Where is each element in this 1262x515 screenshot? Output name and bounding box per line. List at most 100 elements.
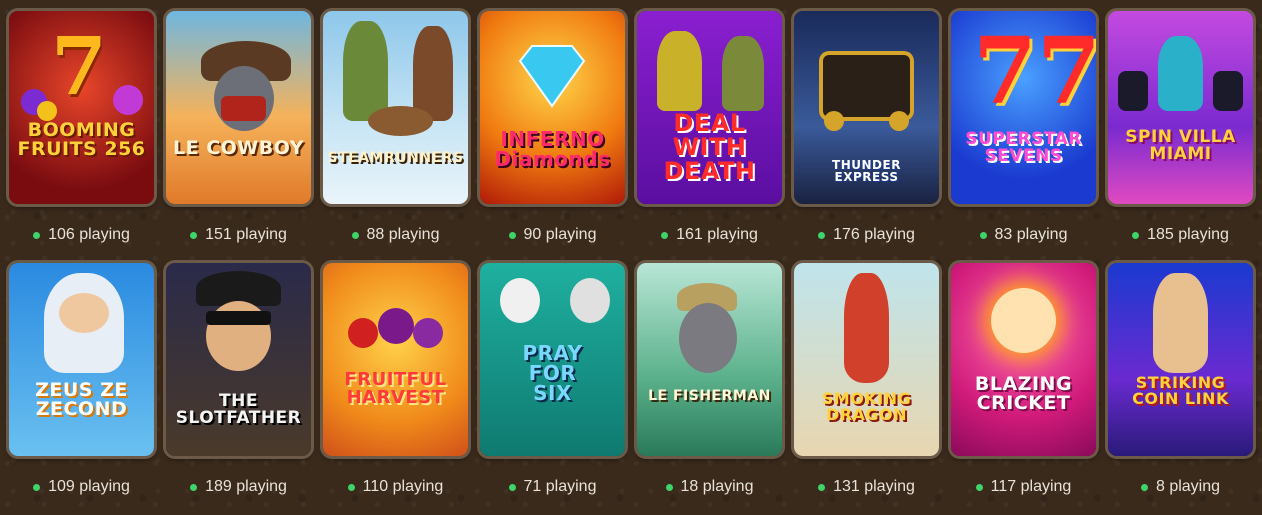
game-tile[interactable]: LE COWBOY 151 playing [163,11,314,263]
game-tile[interactable]: 77 SUPERSTAR SEVENS 83 playing [948,11,1099,263]
game-art [637,263,782,456]
online-dot-icon [665,483,673,491]
players-count: 18 playing [634,478,785,496]
players-label: 106 playing [48,226,130,243]
game-tile[interactable]: STEAMRUNNERS 88 playing [320,11,471,263]
game-tile[interactable]: PRAY FOR SIX 71 playing [477,263,628,515]
game-art [480,11,625,204]
players-label: 151 playing [205,226,287,243]
game-tile[interactable]: BLAZING CRICKET 117 playing [948,263,1099,515]
game-title: LE FISHERMAN [648,388,771,404]
game-title: STRIKING COIN LINK [1132,373,1229,408]
game-tile[interactable]: THE SLOTFATHER 189 playing [163,263,314,515]
game-card-deal-with-death[interactable]: DEAL WITH DEATH [637,11,782,204]
players-count: 109 playing [6,478,157,496]
game-card-le-cowboy[interactable]: LE COWBOY [166,11,311,204]
players-count: 117 playing [948,478,1099,496]
game-art [323,263,468,456]
online-dot-icon [818,483,826,491]
players-count: 106 playing [6,226,157,244]
game-art [951,263,1096,456]
online-dot-icon [979,231,987,239]
game-art: 77 [973,17,1096,125]
game-card-pray-for-six[interactable]: PRAY FOR SIX [480,263,625,456]
players-count: 185 playing [1105,226,1256,244]
game-art [323,11,468,204]
players-label: 117 playing [990,478,1072,495]
game-title: BLAZING CRICKET [974,373,1073,414]
game-card-thunder-express[interactable]: THUNDER EXPRESS [794,11,939,204]
game-title: ZEUS ZE ZECOND [35,379,128,420]
players-label: 161 playing [676,226,758,243]
game-title: SPIN VILLA MIAMI [1125,127,1236,164]
game-card-steamrunners[interactable]: STEAMRUNNERS [323,11,468,204]
players-label: 131 playing [833,478,915,495]
players-label: 110 playing [362,478,444,495]
players-count: 151 playing [163,226,314,244]
online-dot-icon [1140,483,1148,491]
game-card-fruitful-harvest[interactable]: FRUITFUL HARVEST [323,263,468,456]
game-card-smoking-dragon[interactable]: SMOKING DRAGON [794,263,939,456]
game-title: LE COWBOY [173,137,304,159]
online-dot-icon [508,231,516,239]
game-title: SMOKING DRAGON [821,389,912,424]
diamond-icon [518,45,586,108]
game-card-striking-coin-link[interactable]: STRIKING COIN LINK [1108,263,1253,456]
players-count: 131 playing [791,478,942,496]
game-card-the-slotfather[interactable]: THE SLOTFATHER [166,263,311,456]
game-art [1108,263,1253,456]
online-dot-icon [33,231,41,239]
players-label: 109 playing [48,478,130,495]
players-count: 161 playing [634,226,785,244]
game-tile[interactable]: SMOKING DRAGON 131 playing [791,263,942,515]
players-count: 176 playing [791,226,942,244]
players-count: 189 playing [163,478,314,496]
players-label: 185 playing [1147,226,1229,243]
game-tile[interactable]: LE FISHERMAN 18 playing [634,263,785,515]
players-label: 176 playing [833,226,915,243]
online-dot-icon [351,231,359,239]
game-tile[interactable]: ZEUS ZE ZECOND 109 playing [6,263,157,515]
players-count: 90 playing [477,226,628,244]
game-title: INFERNO Diamonds [494,127,611,171]
players-label: 88 playing [366,226,440,243]
game-tile[interactable]: THUNDER EXPRESS 176 playing [791,11,942,263]
game-title: BOOMING FRUITS 256 [17,119,146,160]
game-tile[interactable]: INFERNO Diamonds 90 playing [477,11,628,263]
players-count: 110 playing [320,478,471,496]
players-count: 71 playing [477,478,628,496]
game-art [1108,11,1253,204]
games-grid: 7 BOOMING FRUITS 256 106 playing LE COWB… [6,11,1256,515]
game-art [794,263,939,456]
online-dot-icon [818,231,826,239]
game-art [166,11,311,204]
game-card-superstar-sevens[interactable]: 77 SUPERSTAR SEVENS [951,11,1096,204]
game-title: DEAL WITH DEATH [663,109,756,185]
game-title: FRUITFUL HARVEST [344,369,447,408]
online-dot-icon [347,483,355,491]
players-count: 83 playing [948,226,1099,244]
game-card-spin-villa-miami[interactable]: SPIN VILLA MIAMI [1108,11,1253,204]
online-dot-icon [33,483,41,491]
game-card-le-fisherman[interactable]: LE FISHERMAN [637,263,782,456]
game-tile[interactable]: FRUITFUL HARVEST 110 playing [320,263,471,515]
game-art: 7 [9,11,154,204]
game-card-zeus-ze-zecond[interactable]: ZEUS ZE ZECOND [9,263,154,456]
game-title: THE SLOTFATHER [175,391,302,428]
game-tile[interactable]: DEAL WITH DEATH 161 playing [634,11,785,263]
game-tile[interactable]: 7 BOOMING FRUITS 256 106 playing [6,11,157,263]
game-card-blazing-cricket[interactable]: BLAZING CRICKET [951,263,1096,456]
players-label: 18 playing [680,478,754,495]
online-dot-icon [975,483,983,491]
players-count: 8 playing [1105,478,1256,496]
game-card-booming-fruits-256[interactable]: 7 BOOMING FRUITS 256 [9,11,154,204]
game-art [9,263,154,456]
game-title: THUNDER EXPRESS [832,158,901,184]
online-dot-icon [1132,231,1140,239]
game-tile[interactable]: STRIKING COIN LINK 8 playing [1105,263,1256,515]
online-dot-icon [190,483,198,491]
players-label: 189 playing [205,478,287,495]
game-tile[interactable]: SPIN VILLA MIAMI 185 playing [1105,11,1256,263]
game-card-inferno-diamonds[interactable]: INFERNO Diamonds [480,11,625,204]
game-title: PRAY FOR SIX [522,341,583,405]
